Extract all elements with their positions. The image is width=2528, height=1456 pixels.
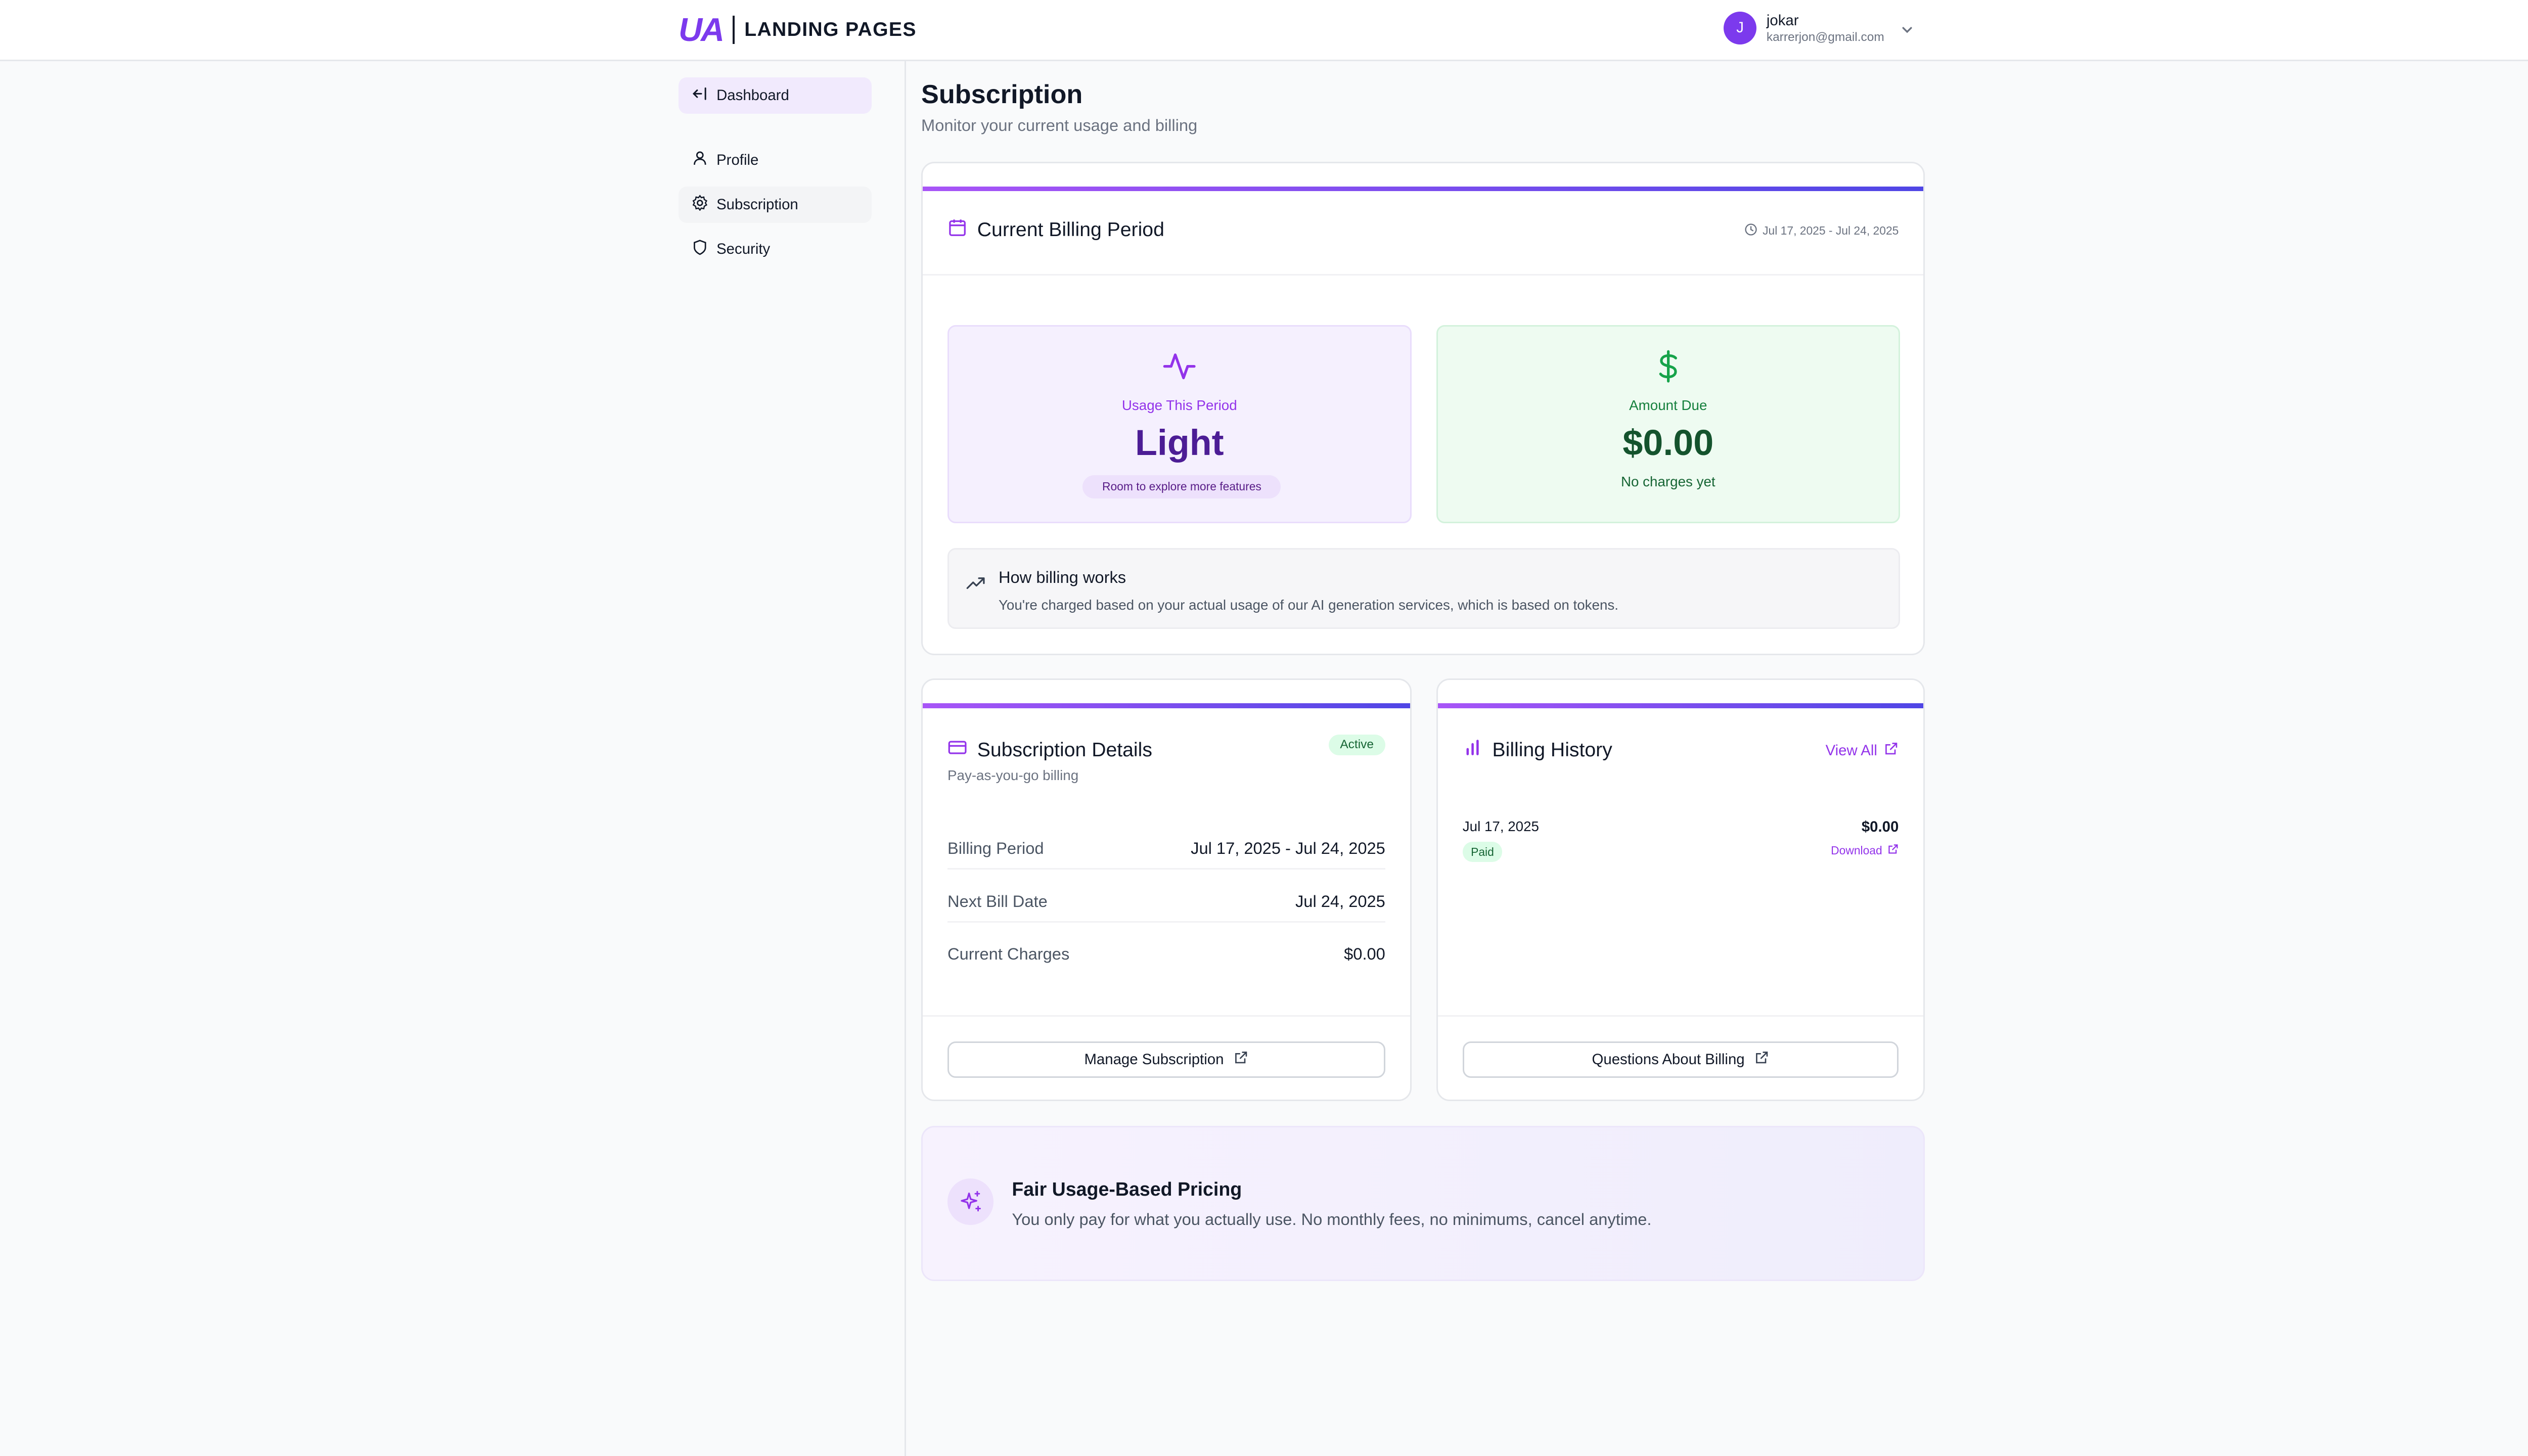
button-label: Manage Subscription: [1084, 1051, 1224, 1068]
billing-range: Jul 17, 2025 - Jul 24, 2025: [1744, 223, 1899, 239]
how-billing-works: How billing works You're charged based o…: [947, 548, 1901, 629]
amount-label: Amount Due: [1629, 397, 1707, 414]
billing-history-title: Billing History: [1492, 739, 1612, 761]
history-date: Jul 17, 2025: [1462, 818, 1539, 835]
detail-row: Next Bill Date Jul 24, 2025: [947, 881, 1385, 923]
divider: [923, 1015, 1410, 1017]
manage-subscription-button[interactable]: Manage Subscription: [947, 1041, 1385, 1078]
amount-due-panel: Amount Due $0.00 No charges yet: [1436, 325, 1901, 523]
sidebar-item-label: Profile: [716, 151, 759, 168]
sidebar-item-subscription[interactable]: Subscription: [679, 186, 872, 223]
top-header: UA LANDING PAGES J jokar karrerjon@gmail…: [0, 0, 2528, 61]
detail-value: Jul 24, 2025: [1295, 891, 1385, 911]
back-arrow-icon: [692, 85, 708, 106]
sidebar-item-security[interactable]: Security: [679, 231, 872, 267]
app-root: UA LANDING PAGES J jokar karrerjon@gmail…: [0, 0, 2528, 1456]
calendar-icon: [947, 218, 967, 243]
promo-text: You only pay for what you actually use. …: [1012, 1210, 1652, 1229]
activity-icon: [949, 350, 1410, 383]
clock-icon: [1744, 223, 1757, 239]
detail-value: Jul 17, 2025 - Jul 24, 2025: [1191, 839, 1385, 858]
card-accent-bar: [1437, 703, 1924, 708]
avatar: J: [1723, 11, 1757, 45]
divider: [1437, 1015, 1924, 1017]
trending-up-icon: [966, 569, 985, 600]
billing-period-heading: Current Billing Period: [947, 218, 1164, 243]
credit-card-icon: [947, 738, 967, 762]
amount-note: No charges yet: [1620, 473, 1716, 489]
billing-period-title: Current Billing Period: [977, 219, 1164, 241]
subscription-caption: Pay-as-you-go billing: [947, 767, 1079, 784]
button-label: Questions About Billing: [1592, 1051, 1745, 1068]
page-subtitle: Monitor your current usage and billing: [921, 115, 1198, 134]
logo-divider: [733, 16, 735, 44]
user-name: jokar: [1766, 12, 1799, 29]
history-amount: $0.00: [1861, 818, 1899, 836]
subscription-details-heading: Subscription Details: [947, 738, 1152, 762]
usage-value: Light: [1135, 423, 1224, 464]
questions-about-billing-button[interactable]: Questions About Billing: [1462, 1041, 1899, 1078]
logo-text: LANDING PAGES: [744, 18, 917, 40]
detail-row: Current Charges $0.00: [947, 934, 1385, 974]
user-info: jokar karrerjon@gmail.com: [1767, 12, 1884, 44]
detail-value: $0.00: [1344, 944, 1385, 964]
sidebar: Dashboard Profile Subscription Security: [0, 61, 907, 1456]
download-label: Download: [1831, 844, 1882, 857]
billing-history-heading: Billing History: [1463, 738, 1612, 762]
detail-label: Next Bill Date: [947, 891, 1048, 911]
usage-pill: Room to explore more features: [1082, 475, 1281, 498]
how-billing-text: You're charged based on your actual usag…: [998, 597, 1619, 613]
chevron-down-icon[interactable]: [1901, 13, 1914, 43]
sidebar-item-label: Subscription: [716, 196, 798, 213]
status-badge: Active: [1328, 734, 1385, 755]
external-link-icon: [1887, 843, 1899, 858]
view-all-link[interactable]: View All: [1826, 741, 1899, 760]
how-billing-title: How billing works: [998, 567, 1126, 586]
user-menu[interactable]: J jokar karrerjon@gmail.com: [1723, 11, 1914, 45]
usage-panel: Usage This Period Light Room to explore …: [947, 325, 1412, 523]
view-all-label: View All: [1825, 742, 1877, 759]
user-email: karrerjon@gmail.com: [1766, 30, 1884, 44]
detail-label: Billing Period: [947, 839, 1044, 858]
detail-label: Current Charges: [947, 944, 1070, 964]
shield-icon: [692, 239, 708, 260]
billing-range-text: Jul 17, 2025 - Jul 24, 2025: [1763, 224, 1899, 238]
logo[interactable]: UA LANDING PAGES: [679, 11, 917, 49]
detail-row: Billing Period Jul 17, 2025 - Jul 24, 20…: [947, 829, 1385, 870]
sparkles-icon: [947, 1178, 994, 1225]
gear-icon: [692, 194, 708, 215]
bar-chart-icon: [1463, 738, 1482, 762]
dashboard-label: Dashboard: [716, 87, 789, 104]
external-link-icon: [1234, 1050, 1248, 1069]
card-accent-bar: [923, 703, 1410, 708]
dashboard-button[interactable]: Dashboard: [679, 77, 872, 114]
fair-pricing-banner: Fair Usage-Based Pricing You only pay fo…: [921, 1125, 1925, 1281]
usage-label: Usage This Period: [1121, 397, 1237, 414]
card-accent-bar: [923, 186, 1924, 192]
subscription-details-card: Subscription Details Active Pay-as-you-g…: [921, 678, 1412, 1101]
external-link-icon: [1754, 1050, 1769, 1069]
download-link[interactable]: Download: [1831, 843, 1899, 858]
billing-history-card: Billing History View All Jul 17, 2025 Pa…: [1436, 678, 1925, 1101]
paid-badge: Paid: [1462, 842, 1503, 862]
billing-period-card: Current Billing Period Jul 17, 2025 - Ju…: [921, 161, 1925, 656]
subscription-details-title: Subscription Details: [977, 739, 1152, 761]
user-icon: [692, 150, 708, 170]
external-link-icon: [1884, 741, 1899, 760]
promo-title: Fair Usage-Based Pricing: [1012, 1178, 1242, 1200]
logo-mark: UA: [679, 11, 725, 49]
amount-value: $0.00: [1622, 423, 1714, 464]
page-title: Subscription: [921, 79, 1083, 109]
sidebar-item-label: Security: [716, 241, 771, 258]
divider: [923, 274, 1924, 276]
sidebar-item-profile[interactable]: Profile: [679, 142, 872, 178]
dollar-icon: [1438, 350, 1899, 383]
